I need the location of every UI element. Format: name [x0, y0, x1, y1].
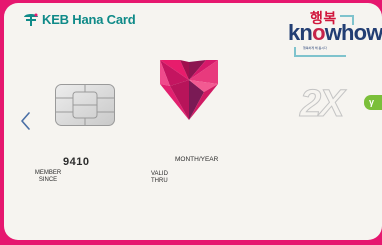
green-tag: γ — [364, 95, 382, 110]
brand-word: knowhow — [288, 20, 382, 46]
brand-word-part-3: whow — [324, 20, 382, 45]
chip-icon — [55, 84, 115, 126]
validity-format-label: MONTH/YEAR — [175, 156, 219, 163]
issuer-name: KEB Hana Card — [42, 12, 136, 27]
member-label-line-1: MEMBER — [34, 170, 62, 176]
valid-thru-line-1: VALID — [151, 171, 168, 177]
credit-card: KEB Hana Card 행복 knowhow 행복하게 해 봅시다 2X γ… — [4, 3, 382, 240]
member-label-line-2: SINCE — [38, 176, 58, 183]
brand-word-part-2: o — [312, 20, 325, 45]
brand-slogan: 행복하게 해 봅시다 — [303, 46, 327, 50]
multiplier-mark: 2X — [299, 83, 362, 127]
previous-card-button[interactable] — [18, 109, 34, 133]
valid-thru-line-2: THRU — [151, 178, 168, 184]
brand-word-part-1: kn — [288, 20, 313, 45]
multiplier-text: 2X — [299, 83, 345, 126]
valid-thru-label: VALID THRU — [151, 171, 168, 185]
hana-logo-icon — [23, 13, 39, 27]
card-number-fragment: 9410 — [63, 156, 90, 168]
chevron-left-icon — [18, 109, 34, 133]
heart-icon — [156, 58, 222, 122]
card-frame: KEB Hana Card 행복 knowhow 행복하게 해 봅시다 2X γ… — [0, 0, 382, 245]
brand-logo: 행복 knowhow 행복하게 해 봅시다 — [288, 7, 382, 59]
issuer: KEB Hana Card — [23, 12, 136, 27]
member-since-label: MEMBER SINCE — [31, 170, 65, 183]
